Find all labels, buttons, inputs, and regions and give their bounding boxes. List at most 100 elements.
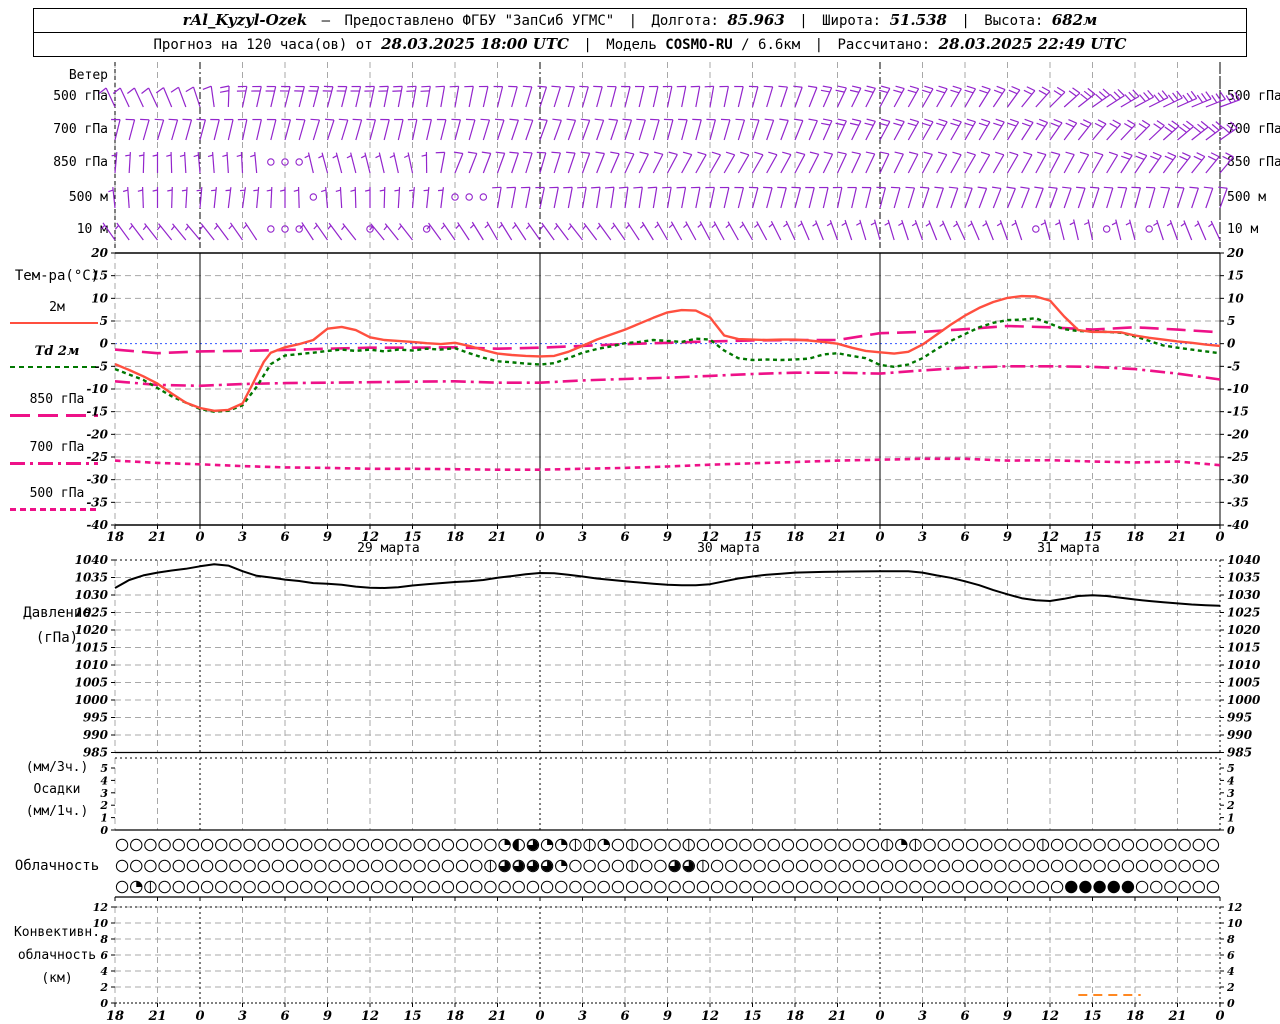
cloud-cover-symbol (1178, 859, 1191, 873)
cloud-cover-symbol (696, 880, 710, 894)
wind-barb-staff (1063, 92, 1081, 108)
wind-barb-staff (851, 153, 862, 174)
wind-barb-staff (652, 119, 660, 141)
cloud-cover-symbol (370, 838, 384, 852)
wind-barb-staff (737, 187, 744, 209)
wind-barb-feather (1225, 95, 1232, 104)
cloud-cover-symbol (243, 838, 256, 852)
wind-barb-feather (1102, 88, 1111, 96)
cloud-symbol-half (513, 839, 519, 851)
wind-barb-feather (1068, 118, 1077, 124)
precip-ylabel-left: 0 (100, 824, 108, 837)
wind-barb-feather (1083, 90, 1092, 98)
cloud-cover-symbol (937, 838, 950, 852)
hour-label: 18 (786, 530, 804, 545)
temp-ylabel-right: -20 (1227, 427, 1249, 441)
cloud-cover-symbol (1079, 880, 1092, 894)
wind-barb-half-feather (1040, 222, 1046, 226)
wind-barb-feather (580, 118, 590, 121)
wind-barb-feather (711, 151, 721, 156)
wind-barb-half-feather (409, 189, 415, 192)
wind-barb-staff (440, 86, 446, 108)
wind-barb-feather (1208, 126, 1216, 134)
wind-barb-feather (1141, 119, 1151, 126)
temp-ylabel-left: -30 (86, 473, 108, 487)
wind-barb-feather (1139, 94, 1146, 102)
wind-barb-feather (851, 151, 861, 155)
cloud-cover-symbol (285, 859, 299, 873)
wind-barb-feather (1053, 118, 1063, 124)
wind-barb-feather (921, 122, 931, 127)
wind-barb-feather (1127, 119, 1136, 126)
wind-barb-feather (995, 118, 1005, 123)
wind-barb-staff (1091, 187, 1100, 209)
bottom-hour-label: 9 (1003, 1009, 1012, 1024)
cloud-cover-symbol (144, 838, 157, 852)
wind-barb-staff (171, 119, 179, 141)
wind-barb-feather (966, 85, 976, 90)
cloud-cover-symbol (951, 880, 965, 894)
wind-barb-staff (978, 154, 991, 174)
wind-barb-half-feather (567, 225, 572, 231)
cloud-cover-symbol (115, 859, 129, 873)
wind-barb-staff (298, 86, 305, 108)
wind-barb-staff (341, 119, 349, 141)
wind-barb-staff (454, 119, 462, 141)
wind-barb-half-feather (1125, 222, 1131, 226)
cloud-cover-symbol (810, 838, 823, 852)
wind-barb-feather (936, 89, 946, 94)
bottom-hour-label: 21 (827, 1009, 846, 1024)
conv-ylabel-left: 6 (100, 949, 108, 962)
wind-barb-feather (1034, 186, 1044, 189)
cloud-cover-symbol (569, 859, 582, 873)
bottom-hour-label: 21 (487, 1009, 506, 1024)
wind-barb-feather (763, 85, 773, 88)
wind-barb-staff (950, 187, 959, 209)
calm-wind-circle (267, 225, 275, 233)
cloud-cover-symbol (1164, 859, 1177, 873)
wind-barb-staff (1162, 187, 1171, 209)
wind-barb-feather (1150, 155, 1159, 161)
wind-barb-staff (1177, 126, 1194, 141)
wind-barb-feather (1023, 151, 1033, 156)
wind-barb-feather (219, 90, 230, 93)
wind-barb-staff (596, 119, 605, 141)
cloud-cover-symbol (158, 859, 171, 873)
cloud-cover-symbol (597, 859, 610, 873)
wind-barb-feather (907, 122, 917, 127)
pressure-ylabel-right: 1035 (1227, 571, 1260, 585)
cloud-cover-symbol (1206, 859, 1220, 873)
wind-barb-half-feather (196, 189, 202, 192)
wind-barb-staff (695, 86, 701, 108)
wind-barb-feather (537, 85, 547, 88)
wind-barb-half-feather (166, 154, 172, 157)
wind-barb-half-feather (222, 154, 228, 158)
wind-barb-half-feather (318, 155, 324, 159)
wind-barb-staff (681, 187, 687, 209)
wind-barb-staff (397, 119, 404, 141)
wind-barb-feather (977, 186, 987, 189)
wind-barb-staff (794, 87, 803, 108)
wind-barb-half-feather (1111, 222, 1117, 226)
bottom-hour-label: 21 (147, 1009, 166, 1024)
wind-barb-half-feather (293, 189, 299, 192)
cloud-cover-symbol (1178, 838, 1191, 852)
wind-barb-feather (952, 85, 962, 90)
wind-barb-feather (1230, 93, 1236, 102)
wind-barb-staff (1006, 188, 1016, 209)
wind-barb-staff (496, 153, 506, 174)
bottom-hour-label: 3 (918, 1009, 927, 1024)
conv-ylabel-left: 8 (100, 933, 108, 946)
pressure-ylabel-left: 1025 (75, 606, 108, 620)
wind-barb-staff (1205, 156, 1220, 174)
wind-barb-feather (950, 122, 960, 127)
wind-barb-staff (1205, 187, 1214, 209)
wind-barb-feather (823, 151, 833, 155)
wind-barb-feather (1062, 186, 1072, 189)
wind-barb-staff (624, 153, 635, 174)
bottom-hour-label: 3 (238, 1009, 247, 1024)
wind-barb-feather (1153, 94, 1161, 103)
wind-barb-feather (966, 151, 976, 156)
cloud-cover-symbol (484, 880, 497, 894)
wind-barb-feather (1219, 91, 1226, 100)
